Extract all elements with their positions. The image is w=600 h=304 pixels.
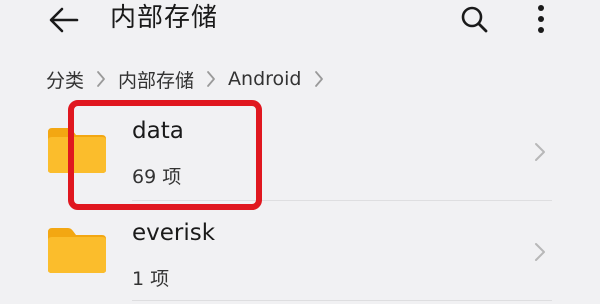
chevron-right-icon bbox=[535, 143, 545, 161]
folder-list: data 69 项 everisk 1 项 bbox=[0, 104, 600, 304]
divider bbox=[132, 300, 552, 301]
folder-icon bbox=[48, 128, 106, 173]
arrow-left-icon bbox=[49, 7, 79, 33]
chevron-right-icon bbox=[302, 60, 336, 98]
list-item-folder-data[interactable]: data 69 项 bbox=[0, 104, 600, 204]
breadcrumb-item-internal-storage[interactable]: 内部存储 bbox=[118, 66, 194, 93]
chevron-right-icon bbox=[194, 60, 228, 98]
chevron-right-icon bbox=[84, 60, 118, 98]
breadcrumb-item-android[interactable]: Android bbox=[228, 68, 301, 90]
folder-name: everisk bbox=[132, 220, 216, 246]
folder-name: data bbox=[132, 118, 184, 144]
app-bar: 内部存储 bbox=[0, 0, 600, 52]
more-options-button[interactable] bbox=[526, 2, 556, 36]
chevron-right-icon bbox=[535, 243, 545, 261]
divider bbox=[132, 200, 552, 201]
breadcrumb: 分类 内部存储 Android bbox=[46, 60, 336, 98]
folder-item-count: 69 项 bbox=[132, 166, 182, 188]
folder-icon bbox=[48, 228, 106, 273]
list-item-folder-everisk[interactable]: everisk 1 项 bbox=[0, 204, 600, 304]
back-button[interactable] bbox=[44, 4, 84, 36]
page-title: 内部存储 bbox=[110, 3, 219, 33]
breadcrumb-item-category[interactable]: 分类 bbox=[46, 66, 84, 93]
search-icon bbox=[461, 6, 488, 33]
search-button[interactable] bbox=[454, 2, 494, 36]
folder-item-count: 1 项 bbox=[132, 268, 170, 290]
more-vertical-icon bbox=[538, 5, 544, 33]
